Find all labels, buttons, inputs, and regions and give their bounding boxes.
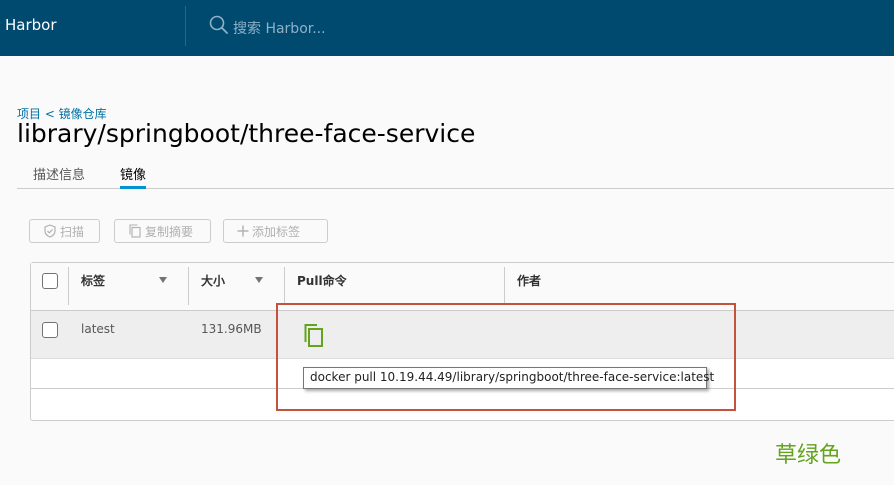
brand-name[interactable]: Harbor [5,16,57,34]
column-divider [284,267,285,305]
copy-digest-button[interactable]: 复制摘要 [114,219,211,243]
filter-icon[interactable] [255,277,263,283]
search-input[interactable]: 搜索 Harbor... [233,18,326,38]
header-divider [185,6,186,46]
column-divider [188,267,189,305]
add-label-button[interactable]: 添加标签 [223,219,328,243]
scan-label: 扫描 [60,224,85,239]
row-checkbox[interactable] [42,322,58,338]
shield-icon [43,224,57,238]
highlight-box [276,303,736,411]
tag-cell[interactable]: latest [81,322,115,336]
column-divider [504,267,505,305]
search-icon[interactable] [209,15,229,35]
app-header: Harbor 搜索 Harbor... [0,0,894,56]
annotation-text: 草绿色 [775,443,842,468]
page-title: library/springboot/three-face-service [17,119,476,148]
tab-info[interactable]: 描述信息 [33,164,85,189]
add-label-label: 添加标签 [252,224,301,239]
pull-command-tooltip: docker pull 10.19.44.49/library/springbo… [303,367,714,389]
column-header-tag[interactable]: 标签 [81,272,105,289]
column-header-pull-command[interactable]: Pull命令 [297,272,347,289]
tab-bar: 描述信息 镜像 [17,158,894,189]
size-cell: 131.96MB [201,322,262,336]
select-all-checkbox[interactable] [42,273,58,289]
column-header-size[interactable]: 大小 [201,272,225,289]
column-divider [68,267,69,305]
column-header-author[interactable]: 作者 [517,272,541,289]
tab-images[interactable]: 镜像 [120,164,147,189]
filter-icon[interactable] [159,277,167,283]
plus-icon [237,225,249,237]
copy-icon [128,224,142,238]
scan-button[interactable]: 扫描 [29,219,100,243]
copy-digest-label: 复制摘要 [145,224,194,239]
